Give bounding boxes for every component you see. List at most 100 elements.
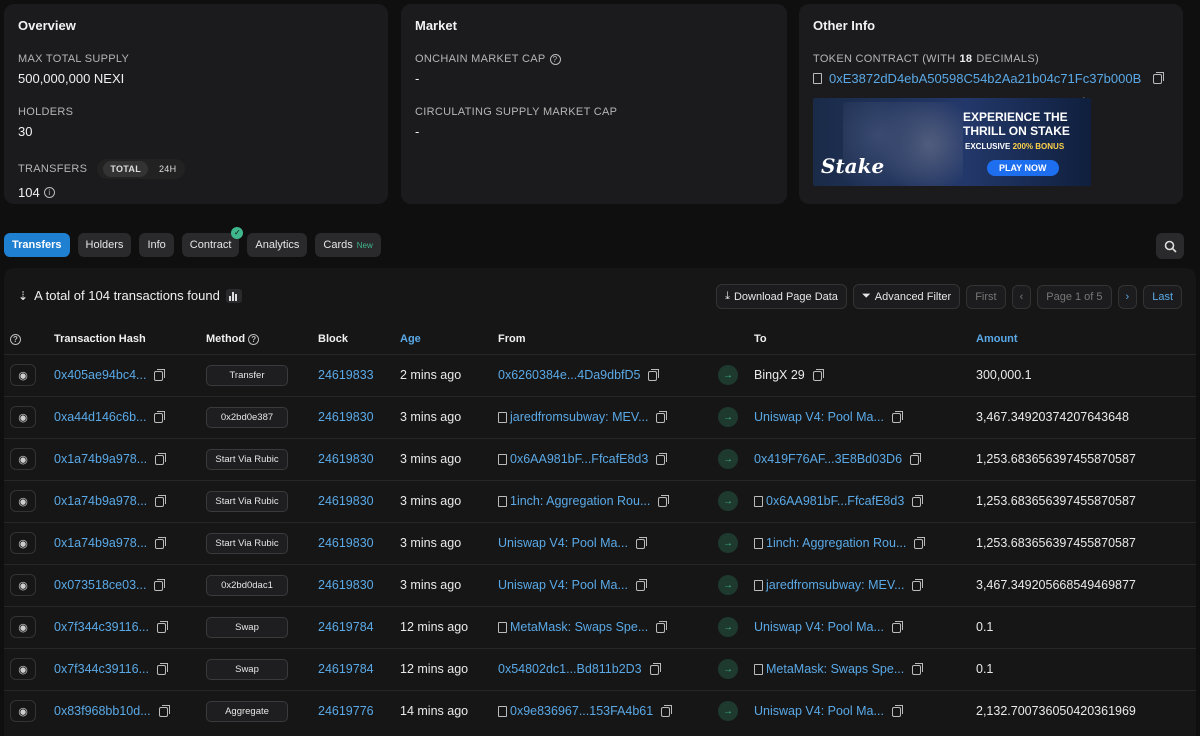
col-amount[interactable]: Amount xyxy=(970,324,1196,354)
copy-icon[interactable] xyxy=(156,662,168,675)
from-address-link[interactable]: jaredfromsubway: MEV... xyxy=(510,410,648,424)
copy-icon[interactable] xyxy=(914,536,926,549)
block-link[interactable]: 24619830 xyxy=(318,452,374,466)
eye-icon[interactable]: ◉ xyxy=(10,532,36,554)
help-icon[interactable]: ? xyxy=(10,333,21,345)
from-address-link[interactable]: 0x6260384e...4Da9dbfD5 xyxy=(498,368,640,382)
tx-hash-link[interactable]: 0x83f968bb10d... xyxy=(54,704,151,718)
copy-icon[interactable] xyxy=(661,704,673,717)
copy-icon[interactable] xyxy=(910,452,922,465)
last-page-button[interactable]: Last xyxy=(1143,284,1182,309)
eye-icon[interactable]: ◉ xyxy=(10,448,36,470)
copy-icon[interactable] xyxy=(658,494,670,507)
transfers-tab-total[interactable]: TOTAL xyxy=(103,161,148,177)
copy-icon[interactable] xyxy=(656,452,668,465)
copy-icon[interactable] xyxy=(155,536,167,549)
first-page-button[interactable]: First xyxy=(966,284,1006,309)
tx-hash-link[interactable]: 0x073518ce03... xyxy=(54,578,146,592)
copy-icon[interactable] xyxy=(156,620,168,633)
tx-hash-link[interactable]: 0x7f344c39116... xyxy=(54,662,149,676)
contract-doc-icon xyxy=(498,454,507,466)
from-address-link[interactable]: 1inch: Aggregation Rou... xyxy=(510,494,650,508)
block-link[interactable]: 24619830 xyxy=(318,536,374,550)
tx-hash-link[interactable]: 0x405ae94bc4... xyxy=(54,368,146,382)
from-address-link[interactable]: Uniswap V4: Pool Ma... xyxy=(498,536,628,550)
to-address-link[interactable]: 0x6AA981bF...FfcafE8d3 xyxy=(766,494,904,508)
col-age[interactable]: Age xyxy=(394,324,492,354)
to-address-link[interactable]: 0x419F76AF...3E8Bd03D6 xyxy=(754,452,902,466)
tab-analytics[interactable]: Analytics xyxy=(247,233,308,257)
eye-icon[interactable]: ◉ xyxy=(10,700,36,723)
copy-icon[interactable] xyxy=(155,494,167,507)
tab-cards[interactable]: Cards New xyxy=(315,233,381,257)
block-link[interactable]: 24619784 xyxy=(318,662,374,676)
from-address-link[interactable]: MetaMask: Swaps Spe... xyxy=(510,620,648,634)
copy-icon[interactable] xyxy=(158,704,170,717)
tab-transfers[interactable]: Transfers xyxy=(4,233,70,257)
block-link[interactable]: 24619830 xyxy=(318,578,374,592)
copy-icon[interactable] xyxy=(154,368,166,381)
block-link[interactable]: 24619830 xyxy=(318,410,374,424)
tx-hash-link[interactable]: 0xa44d146c6b... xyxy=(54,410,146,424)
from-address-link[interactable]: Uniswap V4: Pool Ma... xyxy=(498,578,628,592)
copy-icon[interactable] xyxy=(891,704,903,717)
block-link[interactable]: 24619833 xyxy=(318,368,374,382)
help-icon[interactable]: ? xyxy=(549,53,561,65)
copy-icon[interactable] xyxy=(154,578,166,591)
to-address-link[interactable]: Uniswap V4: Pool Ma... xyxy=(754,410,884,424)
copy-icon[interactable] xyxy=(891,410,903,423)
tx-hash-link[interactable]: 0x1a74b9a978... xyxy=(54,452,147,466)
to-address-link[interactable]: jaredfromsubway: MEV... xyxy=(766,578,904,592)
tab-holders[interactable]: Holders xyxy=(77,233,132,257)
advanced-filter-button[interactable]: ⏷ Advanced Filter xyxy=(852,284,961,309)
block-link[interactable]: 24619784 xyxy=(318,620,374,634)
sort-icon[interactable]: ⇣ xyxy=(18,289,28,303)
to-address-link[interactable]: BingX 29 xyxy=(754,368,805,382)
copy-icon[interactable] xyxy=(812,368,824,381)
search-button[interactable] xyxy=(1156,233,1184,259)
to-address-link[interactable]: Uniswap V4: Pool Ma... xyxy=(754,704,884,718)
tx-hash-link[interactable]: 0x1a74b9a978... xyxy=(54,536,147,550)
ad-banner[interactable]: Stake EXPERIENCE THE THRILL ON STAKE EXC… xyxy=(813,98,1091,186)
tab-info[interactable]: Info xyxy=(139,233,174,257)
transfers-tab-24h[interactable]: 24H xyxy=(152,161,183,177)
next-page-button[interactable]: › xyxy=(1117,284,1138,309)
copy-icon[interactable] xyxy=(648,368,660,381)
copy-icon[interactable] xyxy=(912,494,924,507)
eye-icon[interactable]: ◉ xyxy=(10,406,36,428)
help-icon[interactable]: ? xyxy=(248,333,260,345)
block-link[interactable]: 24619776 xyxy=(318,704,374,718)
download-button[interactable]: ⤓ Download Page Data xyxy=(716,284,847,309)
copy-icon[interactable] xyxy=(155,452,167,465)
block-link[interactable]: 24619830 xyxy=(318,494,374,508)
copy-icon[interactable] xyxy=(635,536,647,549)
tx-hash-link[interactable]: 0x1a74b9a978... xyxy=(54,494,147,508)
from-address-link[interactable]: 0x6AA981bF...FfcafE8d3 xyxy=(510,452,648,466)
copy-icon[interactable] xyxy=(154,410,166,423)
copy-icon[interactable] xyxy=(635,578,647,591)
ad-cta-button[interactable]: PLAY NOW xyxy=(987,160,1059,176)
copy-icon[interactable] xyxy=(891,620,903,633)
eye-icon[interactable]: ◉ xyxy=(10,616,36,638)
eye-icon[interactable]: ◉ xyxy=(10,574,36,596)
contract-address-link[interactable]: 0xE3872dD4ebA50598C54b2Aa21b04c71Fc37b00… xyxy=(829,71,1141,86)
from-address-link[interactable]: 0x9e836967...153FA4b61 xyxy=(510,704,653,718)
copy-icon[interactable] xyxy=(656,620,668,633)
bar-chart-icon[interactable] xyxy=(225,288,242,303)
copy-icon[interactable] xyxy=(1153,71,1165,84)
to-address-link[interactable]: Uniswap V4: Pool Ma... xyxy=(754,620,884,634)
eye-icon[interactable]: ◉ xyxy=(10,658,36,680)
eye-icon[interactable]: ◉ xyxy=(10,490,36,512)
info-icon[interactable]: i xyxy=(43,187,55,198)
to-address-link[interactable]: MetaMask: Swaps Spe... xyxy=(766,662,904,676)
copy-icon[interactable] xyxy=(656,410,668,423)
copy-icon[interactable] xyxy=(912,578,924,591)
to-address-link[interactable]: 1inch: Aggregation Rou... xyxy=(766,536,906,550)
from-address-link[interactable]: 0x54802dc1...Bd811b2D3 xyxy=(498,662,642,676)
copy-icon[interactable] xyxy=(912,662,924,675)
eye-icon[interactable]: ◉ xyxy=(10,364,36,386)
copy-icon[interactable] xyxy=(649,662,661,675)
tx-hash-link[interactable]: 0x7f344c39116... xyxy=(54,620,149,634)
prev-page-button[interactable]: ‹ xyxy=(1011,284,1032,309)
tab-contract[interactable]: Contract ✓ xyxy=(181,227,244,257)
